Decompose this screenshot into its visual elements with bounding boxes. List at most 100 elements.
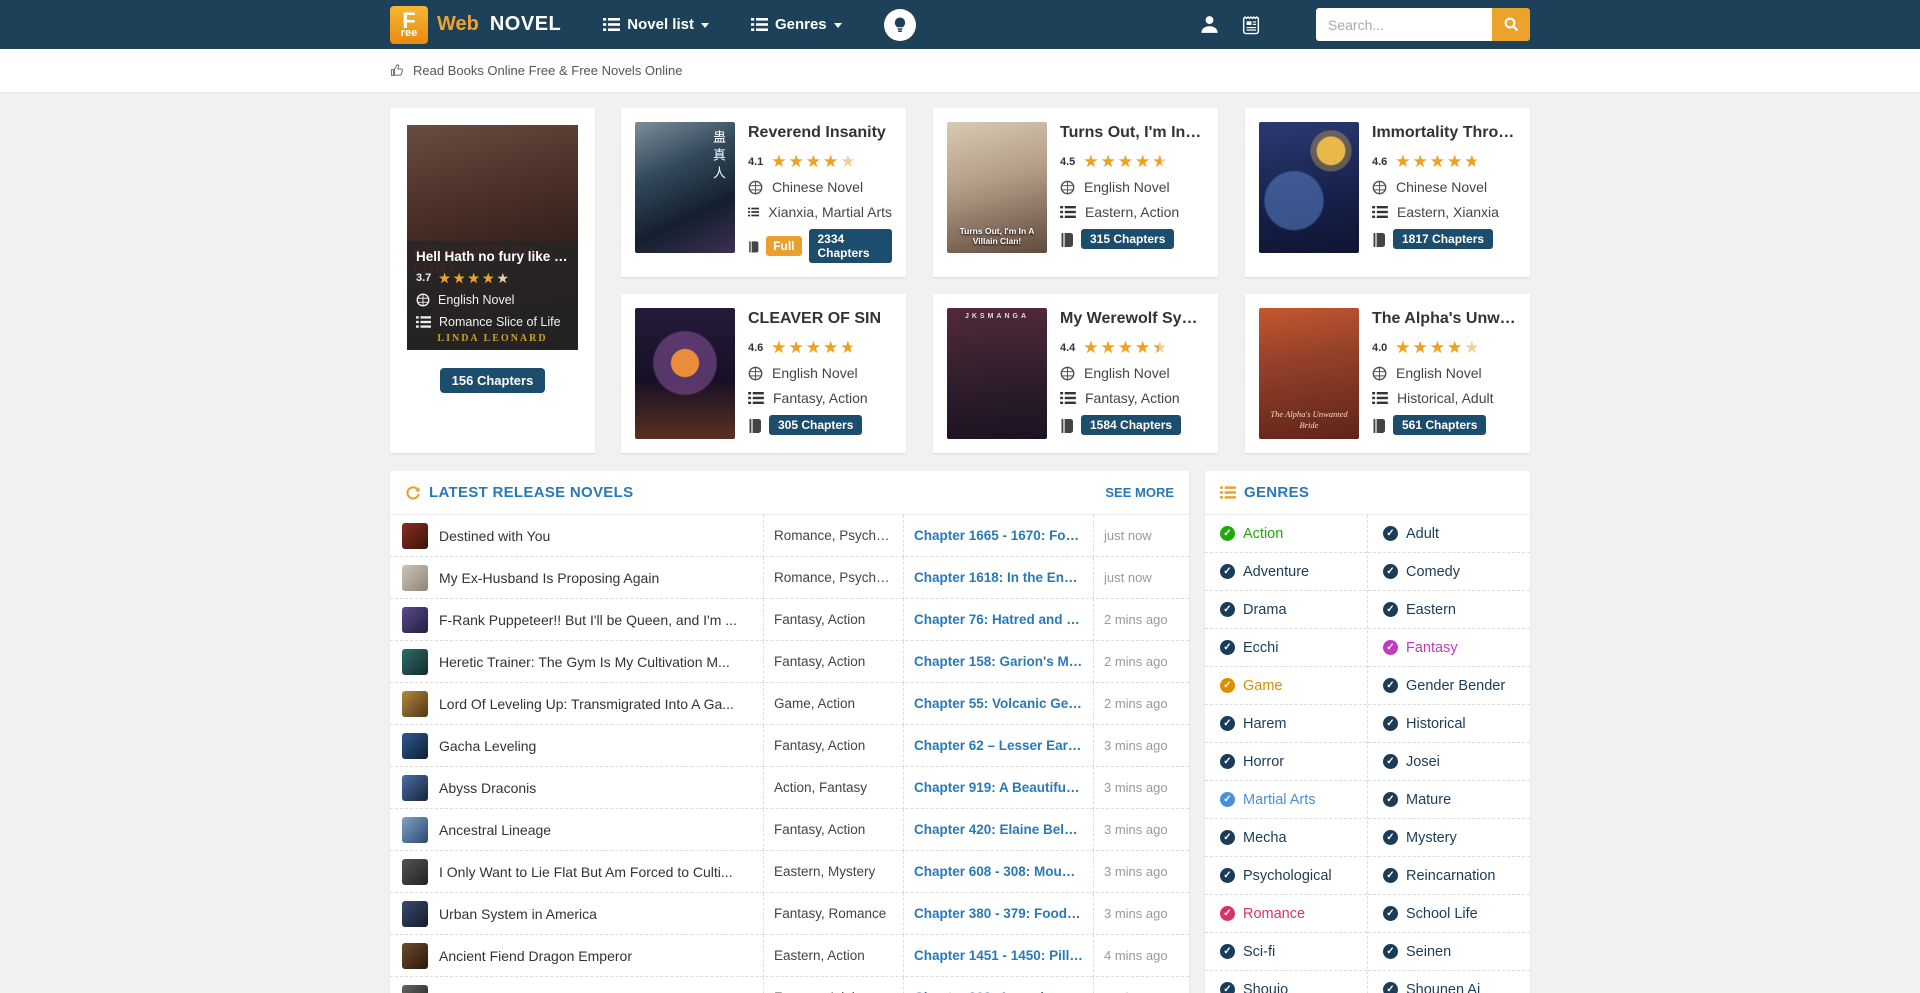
chapter-link[interactable]: Chapter 1451 - 1450: Pill Refi... [903, 935, 1093, 977]
book-icon [1060, 418, 1074, 433]
genre-link[interactable]: Ecchi [1205, 629, 1367, 667]
novel-title[interactable]: The Alpha's Unwanted... [1372, 310, 1516, 328]
globe-icon [1060, 366, 1075, 381]
novel-title-link[interactable]: Heretic Trainer: The Gym Is My Cultivati… [439, 654, 730, 670]
novel-title-link[interactable]: Urban System in America [439, 906, 597, 922]
genre-link[interactable]: Shounen Ai [1368, 971, 1530, 993]
nav-genres[interactable]: Genres [751, 16, 842, 33]
latest-release-row[interactable]: My Ex-Husband Is Proposing Again Romance… [390, 557, 1189, 599]
search-input[interactable] [1316, 8, 1492, 41]
genre-link[interactable]: Harem [1205, 705, 1367, 743]
novel-title-link[interactable]: The Villains Must Win [439, 990, 573, 993]
novel-title-link[interactable]: I Only Want to Lie Flat But Am Forced to… [439, 864, 733, 880]
chapter-link[interactable]: Chapter 1665 - 1670: Fool fo... [903, 515, 1093, 557]
check-circle-icon [1383, 754, 1398, 769]
latest-release-row[interactable]: The Villains Must Win Fantasy, Adult Cha… [390, 977, 1189, 993]
novel-title-link[interactable]: My Ex-Husband Is Proposing Again [439, 570, 659, 586]
featured-novel-card[interactable]: Turns Out, I'm In A Villain Clan! Turns … [933, 108, 1218, 277]
genre-link[interactable]: Mecha [1205, 819, 1367, 857]
genre-link[interactable]: Comedy [1368, 553, 1530, 591]
latest-release-row[interactable]: Destined with You Romance, Psycholo... C… [390, 515, 1189, 557]
site-logo[interactable]: F ree WebNOVEL [390, 6, 561, 44]
latest-release-row[interactable]: Ancient Fiend Dragon Emperor Eastern, Ac… [390, 935, 1189, 977]
novel-title-link[interactable]: Abyss Draconis [439, 780, 536, 796]
chapter-link[interactable]: Chapter 158: Garion's Motiva... [903, 641, 1093, 683]
novel-title[interactable]: My Werewolf System [1060, 310, 1204, 328]
featured-novel-card[interactable]: The Alpha's Unwanted Bride The Alpha's U… [1245, 294, 1530, 453]
genre-link[interactable]: Romance [1205, 895, 1367, 933]
novel-cover[interactable]: The Alpha's Unwanted Bride [1259, 308, 1359, 439]
hero-novel-card[interactable]: HELL HATH NO FURY Hell Hath no fury like… [390, 108, 595, 453]
genre-link[interactable]: Psychological [1205, 857, 1367, 895]
novel-cover[interactable]: HELL HATH NO FURY Hell Hath no fury like… [407, 125, 578, 350]
latest-release-row[interactable]: Heretic Trainer: The Gym Is My Cultivati… [390, 641, 1189, 683]
genre-link[interactable]: Martial Arts [1205, 781, 1367, 819]
novel-title[interactable]: Reverend Insanity [748, 124, 892, 142]
featured-novel-card[interactable]: 蛊真人 Reverend Insanity 4.1 ★★★★★★★★★★ Chi… [621, 108, 906, 277]
genre-link[interactable]: Gender Bender [1368, 667, 1530, 705]
novel-cover[interactable] [635, 308, 735, 439]
novel-cover[interactable]: 蛊真人 [635, 122, 735, 253]
genre-link[interactable]: School Life [1368, 895, 1530, 933]
chapter-link[interactable]: Chapter 420: Elaine Belpheg... [903, 809, 1093, 851]
chapter-link[interactable]: Chapter 55: Volcanic Gecko (... [903, 683, 1093, 725]
genre-link[interactable]: Josei [1368, 743, 1530, 781]
genre-link[interactable]: Drama [1205, 591, 1367, 629]
chapter-link[interactable]: Chapter 380 - 379: Food, Tra... [903, 893, 1093, 935]
novel-title[interactable]: Hell Hath no fury like a bi... [416, 249, 569, 264]
novel-title-link[interactable]: Ancient Fiend Dragon Emperor [439, 948, 632, 964]
genre-link[interactable]: Game [1205, 667, 1367, 705]
genre-link[interactable]: Action [1205, 515, 1367, 553]
chapter-link[interactable]: Chapter 919: A Beautiful Fan... [903, 767, 1093, 809]
chapter-link[interactable]: Chapter 608 - 308: Mountain ... [903, 851, 1093, 893]
categories-icon [1060, 392, 1076, 404]
novel-title-link[interactable]: F-Rank Puppeteer!! But I'll be Queen, an… [439, 612, 737, 628]
genre-link[interactable]: Sci-fi [1205, 933, 1367, 971]
chapters-row: 305 Chapters [748, 415, 892, 435]
featured-novel-card[interactable]: CLEAVER OF SIN 4.6 ★★★★★★★★★★ English No… [621, 294, 906, 453]
featured-novel-card[interactable]: JKSMANGA My Werewolf System 4.4 ★★★★★★★★… [933, 294, 1218, 453]
genre-link[interactable]: Mystery [1368, 819, 1530, 857]
breadcrumb-bar: Read Books Online Free & Free Novels Onl… [0, 49, 1920, 93]
latest-release-row[interactable]: Lord Of Leveling Up: Transmigrated Into … [390, 683, 1189, 725]
novel-title-link[interactable]: Ancestral Lineage [439, 822, 551, 838]
see-more-link[interactable]: SEE MORE [1105, 485, 1174, 500]
novel-title-link[interactable]: Lord Of Leveling Up: Transmigrated Into … [439, 696, 734, 712]
genre-link[interactable]: Horror [1205, 743, 1367, 781]
chapter-link[interactable]: Chapter 62 – Lesser Earth S... [903, 725, 1093, 767]
latest-release-row[interactable]: Ancestral Lineage Fantasy, Action Chapte… [390, 809, 1189, 851]
genre-link[interactable]: Fantasy [1368, 629, 1530, 667]
novel-title[interactable]: Immortality Through ... [1372, 124, 1516, 142]
novel-title-link[interactable]: Destined with You [439, 528, 550, 544]
latest-release-row[interactable]: Gacha Leveling Fantasy, Action Chapter 6… [390, 725, 1189, 767]
theme-toggle-button[interactable] [884, 9, 916, 41]
genre-link[interactable]: Seinen [1368, 933, 1530, 971]
novel-title[interactable]: CLEAVER OF SIN [748, 310, 892, 328]
logo-novel-text: NOVEL [490, 13, 561, 36]
genre-link[interactable]: Eastern [1368, 591, 1530, 629]
genre-link[interactable]: Reincarnation [1368, 857, 1530, 895]
latest-release-row[interactable]: F-Rank Puppeteer!! But I'll be Queen, an… [390, 599, 1189, 641]
chapter-link[interactable]: Chapter 303: Apocalypse Ro... [903, 977, 1093, 993]
genre-link[interactable]: Mature [1368, 781, 1530, 819]
latest-release-row[interactable]: Urban System in America Fantasy, Romance… [390, 893, 1189, 935]
check-circle-icon [1220, 868, 1235, 883]
genre-link[interactable]: Adult [1368, 515, 1530, 553]
genre-link[interactable]: Historical [1368, 705, 1530, 743]
genre-link[interactable]: Adventure [1205, 553, 1367, 591]
novel-cover[interactable] [1259, 122, 1359, 253]
latest-release-row[interactable]: Abyss Draconis Action, Fantasy Chapter 9… [390, 767, 1189, 809]
genre-link[interactable]: Shoujo [1205, 971, 1367, 993]
novel-cover[interactable]: Turns Out, I'm In A Villain Clan! [947, 122, 1047, 253]
novel-title-link[interactable]: Gacha Leveling [439, 738, 536, 754]
novel-title[interactable]: Turns Out, I'm In A Vill... [1060, 124, 1204, 142]
latest-release-row[interactable]: I Only Want to Lie Flat But Am Forced to… [390, 851, 1189, 893]
reading-list-button[interactable] [1240, 14, 1262, 36]
nav-novel-list[interactable]: Novel list [603, 16, 709, 33]
novel-cover[interactable]: JKSMANGA [947, 308, 1047, 439]
featured-novel-card[interactable]: Immortality Through ... 4.6 ★★★★★★★★★★ C… [1245, 108, 1530, 277]
chapter-link[interactable]: Chapter 1618: In the End, It's ... [903, 557, 1093, 599]
user-account-button[interactable] [1199, 14, 1220, 35]
chapter-link[interactable]: Chapter 76: Hatred and Jealo... [903, 599, 1093, 641]
search-button[interactable] [1492, 8, 1530, 41]
